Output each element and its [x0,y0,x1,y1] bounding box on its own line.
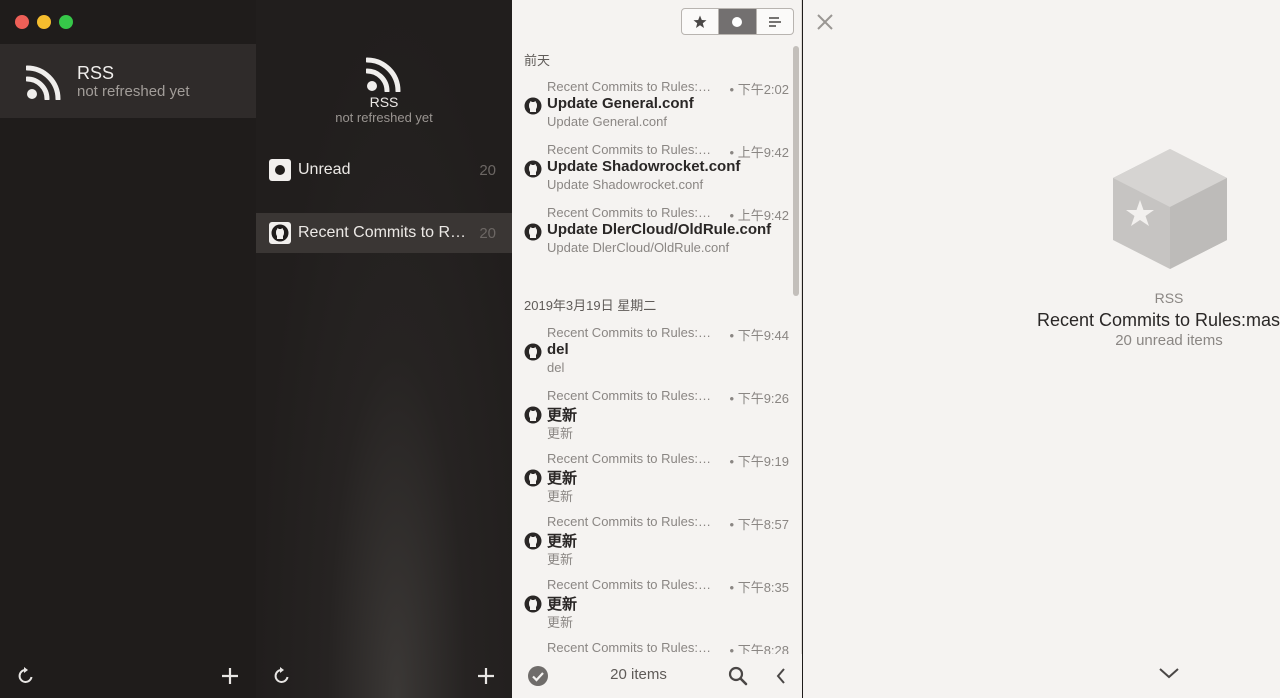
item-title: Update General.conf [547,95,694,112]
dot-icon[interactable] [719,9,757,34]
items-list[interactable]: 前天 Recent Commits to Rules:master • 下午2:… [512,44,802,654]
item-time: • 下午2:02 [729,82,789,97]
item-time: • 下午8:35 [729,580,789,595]
item-summary: Update DlerCloud/OldRule.conf [547,240,730,255]
feed-row-recent-commits[interactable]: Recent Commits to Rules:master 20 [256,213,512,253]
window-close-button[interactable] [15,15,29,29]
item-time: • 下午9:44 [729,328,789,343]
window-minimize-button[interactable] [37,15,51,29]
list-item[interactable]: Recent Commits to Rules:master • 下午8:57 … [512,514,792,574]
item-summary: 更新 [547,552,574,567]
github-icon [269,222,291,244]
account-status: not refreshed yet [77,83,190,100]
github-icon [524,595,542,613]
feed-count: 20 [479,161,496,179]
item-source: Recent Commits to Rules:master [547,79,713,94]
account-sidebar: RSS not refreshed yet [0,0,256,698]
feed-label: Unread [298,161,351,178]
github-icon [524,223,542,241]
github-icon [524,406,542,424]
detail-panel: RSS Recent Commits to Rules:master 20 un… [803,0,1280,698]
star-icon[interactable] [682,9,720,34]
filter-segmented-control [681,8,794,35]
items-footer: 20 items [512,654,802,698]
item-summary: 更新 [547,426,574,441]
list-item[interactable]: Recent Commits to Rules:master • 上午9:42 … [512,142,792,202]
item-title: 更新 [547,533,578,550]
item-summary: Update General.conf [547,114,667,129]
item-summary: Update Shadowrocket.conf [547,177,704,192]
github-icon [524,343,542,361]
list-icon[interactable] [757,9,793,34]
feeds-header-status: not refreshed yet [335,110,433,125]
github-icon [524,97,542,115]
list-item[interactable]: Recent Commits to Rules:master • 下午9:44 … [512,325,792,385]
list-item[interactable]: Recent Commits to Rules:master • 下午8:35 … [512,577,792,637]
item-source: Recent Commits to Rules:master [547,205,713,220]
item-title: Update Shadowrocket.conf [547,158,741,175]
list-item[interactable]: Recent Commits to Rules:master • 下午9:26 … [512,388,792,448]
item-source: Recent Commits to Rules:master [547,514,713,529]
detail-source: RSS [1154,290,1184,306]
item-time: • 下午8:28 [729,643,789,654]
item-source: Recent Commits to Rules:master [547,142,713,157]
item-source: Recent Commits to Rules:master [547,388,713,403]
chevron-down-icon[interactable] [1158,666,1180,680]
list-item[interactable]: Recent Commits to Rules:master • 下午9:19 … [512,451,792,511]
item-title: 更新 [547,407,578,424]
item-source: Recent Commits to Rules:master [547,325,713,340]
chevron-left-icon[interactable] [775,667,787,685]
feed-row-unread[interactable]: Unread 20 [256,150,512,190]
add-feed-plus-icon[interactable] [474,664,498,688]
refresh-icon[interactable] [270,664,294,688]
feeds-panel: RSS not refreshed yet Unread 20 Recent C… [256,0,512,698]
item-summary: 更新 [547,615,574,630]
github-icon [524,160,542,178]
item-source: Recent Commits to Rules:master [547,640,713,654]
items-scrollbar[interactable] [793,46,799,296]
detail-unread-count: 20 unread items [1115,332,1223,349]
list-item[interactable]: Recent Commits to Rules:master • 下午8:28 … [512,640,792,654]
github-icon [524,532,542,550]
rss-icon [26,65,61,100]
list-item[interactable]: Recent Commits to Rules:master • 上午9:42 … [512,205,792,265]
account-name: RSS [77,63,115,83]
date-header: 2019年3月19日 星期二 [524,298,657,313]
unread-dot-icon [269,159,291,181]
add-account-plus-icon[interactable] [218,664,242,688]
star-box-icon [1113,149,1227,269]
item-source: Recent Commits to Rules:master [547,577,713,592]
item-title: 更新 [547,470,578,487]
item-time: • 下午9:19 [729,454,789,469]
item-title: del [547,341,569,358]
feeds-header: RSS not refreshed yet [256,56,512,125]
feed-count: 20 [479,224,496,242]
feeds-header-name: RSS [369,94,399,110]
rss-icon [366,57,401,92]
date-header: 前天 [524,53,551,68]
window-controls [15,15,73,29]
refresh-icon[interactable] [14,664,38,688]
account-row[interactable]: RSS not refreshed yet [0,44,256,118]
list-item[interactable]: Recent Commits to Rules:master • 下午2:02 … [512,79,792,139]
github-icon [524,469,542,487]
item-summary: 更新 [547,489,574,504]
item-time: • 下午9:26 [729,391,789,406]
close-icon[interactable] [815,12,835,32]
feed-label: Recent Commits to Rules:master [298,224,473,241]
items-panel: 前天 Recent Commits to Rules:master • 下午2:… [512,0,802,698]
item-title: 更新 [547,596,578,613]
item-summary: del [547,360,565,375]
item-time: • 下午8:57 [729,517,789,532]
item-source: Recent Commits to Rules:master [547,451,713,466]
detail-feed-title: Recent Commits to Rules:master [1036,310,1280,330]
window-zoom-button[interactable] [59,15,73,29]
item-title: Update DlerCloud/OldRule.conf [547,221,772,238]
search-icon[interactable] [728,666,748,686]
